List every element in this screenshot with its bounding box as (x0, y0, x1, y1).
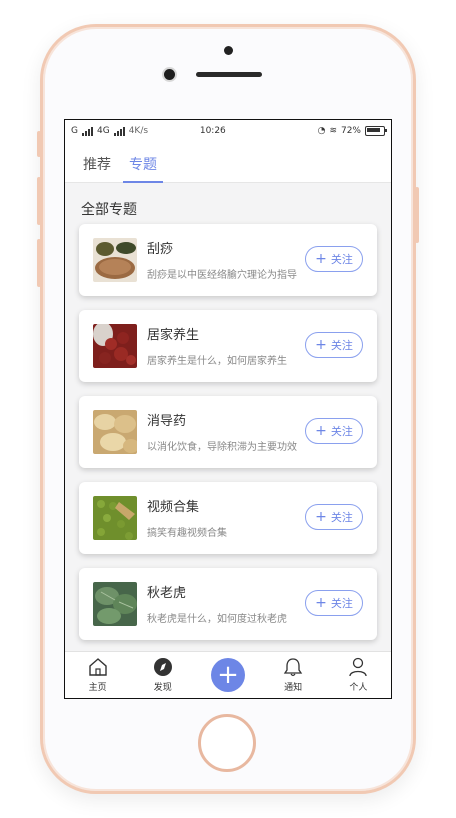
plus-icon: + (315, 251, 327, 267)
compass-icon (153, 658, 172, 676)
front-camera (164, 69, 175, 80)
nav-notify-label: 通知 (284, 683, 303, 693)
battery-icon (365, 126, 387, 136)
home-icon (88, 658, 107, 676)
follow-label: 关注 (330, 511, 353, 524)
plus-icon: + (315, 337, 327, 353)
nav-home-label: 主页 (88, 683, 107, 693)
nav-add[interactable]: + (203, 658, 253, 692)
nav-home[interactable]: 主页 (73, 657, 123, 693)
follow-button[interactable]: + 关注 (305, 418, 363, 444)
follow-button[interactable]: + 关注 (305, 246, 363, 272)
nav-discover[interactable]: 发现 (138, 657, 188, 693)
status-bar: G 4G 4K/s 10:26 ◔ ≋ 72% (65, 120, 391, 142)
plus-icon: + (217, 660, 239, 690)
follow-button[interactable]: + 关注 (305, 332, 363, 358)
bottom-tab-bar: 主页 发现 + 通知 个人 (65, 651, 391, 698)
add-button[interactable]: + (210, 658, 245, 692)
nav-notify[interactable]: 通知 (268, 657, 318, 693)
user-icon (349, 657, 367, 677)
speed-label: 4K/s (128, 126, 149, 136)
topic-title: 视频合集 (147, 500, 200, 515)
topic-card[interactable]: 居家养生 居家养生是什么，如何居家养生 + 关注 (79, 310, 377, 382)
nav-me-label: 个人 (349, 683, 368, 693)
topic-description: 刮痧是以中医经络腧穴理论为指导 (147, 270, 297, 281)
follow-label: 关注 (330, 339, 353, 352)
bell-icon (283, 658, 303, 677)
nav-discover-label: 发现 (153, 683, 172, 693)
signal-icon (113, 126, 125, 136)
tab-recommend[interactable]: 推荐 (83, 154, 111, 182)
alarm-icon: ◔ (317, 126, 326, 136)
clock: 10:26 (199, 126, 226, 136)
earpiece-speaker (196, 72, 262, 77)
app-screen: G 4G 4K/s 10:26 ◔ ≋ 72% 推荐 专题 全部专题 刮痧 刮痧… (64, 119, 392, 699)
plus-icon: + (315, 595, 327, 611)
follow-button[interactable]: + 关注 (305, 590, 363, 616)
carrier-label: G (71, 126, 78, 136)
leaves-icon (93, 582, 137, 626)
follow-label: 关注 (330, 425, 353, 438)
wifi-icon: ≋ (329, 126, 337, 136)
topic-card[interactable]: 秋老虎 秋老虎是什么，如何度过秋老虎 + 关注 (79, 568, 377, 640)
topic-card[interactable]: 视频合集 搞笑有趣视频合集 + 关注 (79, 482, 377, 554)
proximity-sensor (224, 46, 233, 55)
herb-icon (93, 238, 137, 282)
follow-button[interactable]: + 关注 (305, 504, 363, 530)
top-tabs: 推荐 专题 (65, 142, 391, 183)
volume-up-button (37, 177, 41, 225)
topic-description: 居家养生是什么，如何居家养生 (147, 356, 287, 367)
topic-title: 居家养生 (147, 328, 200, 343)
volume-down-button (37, 239, 41, 287)
signal-icon (81, 126, 93, 136)
topic-title: 消导药 (147, 414, 187, 429)
tab-topics[interactable]: 专题 (123, 154, 163, 183)
topic-list: 刮痧 刮痧是以中医经络腧穴理论为指导 + 关注 居家养生 居家养生是什么，如何居家… (79, 224, 377, 654)
topic-card[interactable]: 消导药 以消化饮食，导除积滞为主要功效 + 关注 (79, 396, 377, 468)
battery-percent: 72% (340, 126, 361, 136)
plus-icon: + (315, 423, 327, 439)
follow-label: 关注 (330, 253, 353, 266)
topic-description: 搞笑有趣视频合集 (147, 528, 227, 539)
slices-icon (93, 410, 137, 454)
nav-me[interactable]: 个人 (333, 657, 383, 693)
topic-description: 以消化饮食，导除积滞为主要功效 (147, 442, 297, 453)
section-title: 全部专题 (81, 202, 137, 218)
network-label: 4G (96, 126, 110, 136)
beans-icon (93, 324, 137, 368)
topic-title: 刮痧 (147, 242, 174, 257)
topic-description: 秋老虎是什么，如何度过秋老虎 (147, 614, 287, 625)
home-button[interactable] (198, 714, 256, 772)
power-button (415, 187, 419, 243)
plus-icon: + (315, 509, 327, 525)
mute-switch (37, 131, 41, 157)
topic-title: 秋老虎 (147, 586, 187, 601)
topic-card[interactable]: 刮痧 刮痧是以中医经络腧穴理论为指导 + 关注 (79, 224, 377, 296)
greenbeans-icon (93, 496, 137, 540)
follow-label: 关注 (330, 597, 353, 610)
